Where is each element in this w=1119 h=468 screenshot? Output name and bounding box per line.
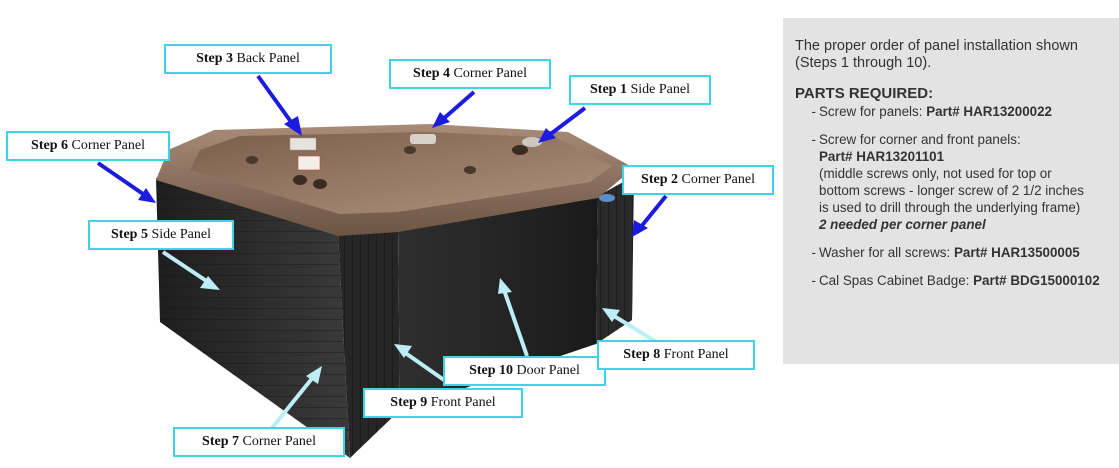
part-number: Part# HAR13500005 — [953, 245, 1080, 260]
part-number: Part# HAR13201101 — [819, 149, 945, 164]
installation-intro: The proper order of panel installation s… — [795, 38, 1078, 71]
callout-step-2: Step 2 Corner Panel — [622, 165, 774, 195]
spa-pillow — [410, 134, 436, 144]
callout-step: Step 1 — [590, 82, 627, 97]
part-washer: - Washer for all screws: Part# HAR1350000… — [795, 244, 1109, 261]
cabinet-badge — [599, 194, 615, 202]
callout-panel: Corner Panel — [681, 172, 755, 187]
part-label: Screw for corner and front panels: — [819, 132, 1021, 147]
callout-panel: Door Panel — [516, 363, 580, 378]
callout-step-1: Step 1 Side Panel — [569, 75, 711, 105]
callout-step-3: Step 3 Back Panel — [164, 44, 332, 74]
spa-warning-label — [297, 155, 321, 171]
parts-heading: PARTS REQUIRED: — [795, 85, 934, 102]
callout-step: Step 2 — [641, 172, 678, 187]
spa-jet — [246, 156, 258, 164]
callout-panel: Side Panel — [151, 227, 211, 242]
spa-jet — [293, 175, 307, 185]
callout-step: Step 3 — [196, 51, 234, 66]
callout-step: Step 4 — [413, 66, 450, 81]
part-number: Part# BDG15000102 — [973, 273, 1100, 288]
callout-step: Step 6 — [31, 138, 68, 153]
part-label: Washer for all screws: — [819, 245, 951, 260]
part-badge: - Cal Spas Cabinet Badge: Part# BDG150001… — [795, 272, 1109, 289]
bullet-dash: - — [811, 132, 816, 147]
callout-panel: Front Panel — [430, 395, 496, 410]
part-note: (middle screws only, not used for top or — [819, 166, 1052, 181]
callout-panel: Front Panel — [663, 347, 729, 362]
callout-step-6: Step 6 Corner Panel — [6, 131, 170, 161]
part-number: Part# HAR13200022 — [926, 104, 1052, 119]
callout-step: Step 7 — [202, 434, 239, 449]
bullet-dash: - — [811, 104, 816, 119]
callout-panel: Back Panel — [236, 51, 300, 66]
part-note: is used to drill through the underlying … — [819, 200, 1081, 215]
callout-step: Step 9 — [390, 395, 428, 410]
callout-step: Step 8 — [623, 347, 661, 362]
callout-panel: Corner Panel — [71, 138, 145, 153]
bullet-dash: - — [811, 245, 816, 260]
spa-jet — [464, 166, 476, 174]
callout-panel: Corner Panel — [453, 66, 527, 81]
spa-jet — [512, 145, 528, 155]
spa-control-panel — [289, 137, 317, 151]
spa-jet — [313, 179, 327, 189]
callout-step: Step 5 — [111, 227, 148, 242]
callout-panel: Side Panel — [630, 82, 690, 97]
bullet-dash: - — [811, 273, 816, 288]
part-screw-panels: - Screw for panels: Part# HAR13200022 — [795, 103, 1109, 120]
spa-jet — [404, 146, 416, 154]
part-quantity: 2 needed per corner panel — [819, 217, 986, 232]
part-label: Screw for panels: — [819, 104, 923, 119]
callout-step: Step 10 — [469, 363, 514, 378]
part-note: bottom screws - longer screw of 2 1/2 in… — [819, 183, 1084, 198]
callout-step-5: Step 5 Side Panel — [88, 220, 234, 250]
part-screw-corner: - Screw for corner and front panels: Part… — [795, 131, 1109, 233]
callout-step-4: Step 4 Corner Panel — [389, 59, 551, 89]
callout-step-7: Step 7 Corner Panel — [173, 427, 345, 457]
callout-step-8: Step 8 Front Panel — [597, 340, 755, 370]
parts-info-panel: The proper order of panel installation s… — [783, 18, 1119, 364]
callout-step-10: Step 10 Door Panel — [443, 356, 606, 386]
callout-panel: Corner Panel — [242, 434, 316, 449]
callout-step-9: Step 9 Front Panel — [363, 388, 523, 418]
part-label: Cal Spas Cabinet Badge: — [819, 273, 970, 288]
